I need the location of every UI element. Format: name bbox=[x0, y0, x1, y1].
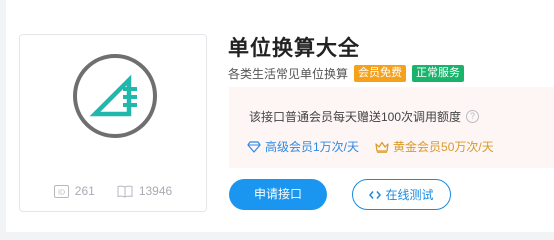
api-subtitle-row: 各类生活常见单位换算 会员免费 正常服务 bbox=[228, 65, 465, 82]
api-subtitle: 各类生活常见单位换算 bbox=[228, 67, 349, 81]
id-icon: ID bbox=[53, 184, 69, 198]
service-status-badge: 正常服务 bbox=[412, 65, 465, 82]
views-value: 13946 bbox=[138, 184, 173, 198]
id-stat: ID 261 bbox=[53, 184, 95, 198]
quota-info-box: 该接口普通会员每天赠送100次调用额度 ? 高级会员1万次/天 黄金会员50万次… bbox=[229, 87, 554, 168]
online-test-label: 在线测试 bbox=[385, 188, 434, 202]
online-test-button[interactable]: 在线测试 bbox=[352, 179, 451, 210]
tier-senior[interactable]: 高级会员1万次/天 bbox=[247, 138, 359, 155]
tier-gold[interactable]: 黄金会员50万次/天 bbox=[375, 138, 494, 155]
api-stats: ID 261 13946 bbox=[20, 181, 206, 201]
member-free-badge: 会员免费 bbox=[354, 65, 407, 82]
crown-icon bbox=[375, 141, 389, 153]
unit-conversion-logo-icon bbox=[73, 54, 157, 138]
quota-line: 该接口普通会员每天赠送100次调用额度 ? bbox=[249, 108, 480, 125]
apply-api-button[interactable]: 申请接口 bbox=[229, 179, 327, 210]
svg-text:ID: ID bbox=[58, 189, 65, 196]
book-icon bbox=[117, 185, 133, 198]
api-title: 单位换算大全 bbox=[228, 37, 360, 60]
diamond-icon bbox=[247, 140, 261, 153]
tier-gold-label: 黄金会员50万次/天 bbox=[393, 140, 494, 154]
id-value: 261 bbox=[74, 184, 95, 198]
api-logo-card: ID 261 13946 bbox=[19, 34, 207, 212]
views-stat: 13946 bbox=[117, 184, 172, 198]
code-icon bbox=[369, 190, 382, 199]
quota-text: 该接口普通会员每天赠送100次调用额度 bbox=[249, 110, 462, 124]
help-icon[interactable]: ? bbox=[466, 110, 480, 123]
member-tiers: 高级会员1万次/天 黄金会员50万次/天 bbox=[247, 138, 494, 155]
tier-senior-label: 高级会员1万次/天 bbox=[265, 140, 360, 154]
